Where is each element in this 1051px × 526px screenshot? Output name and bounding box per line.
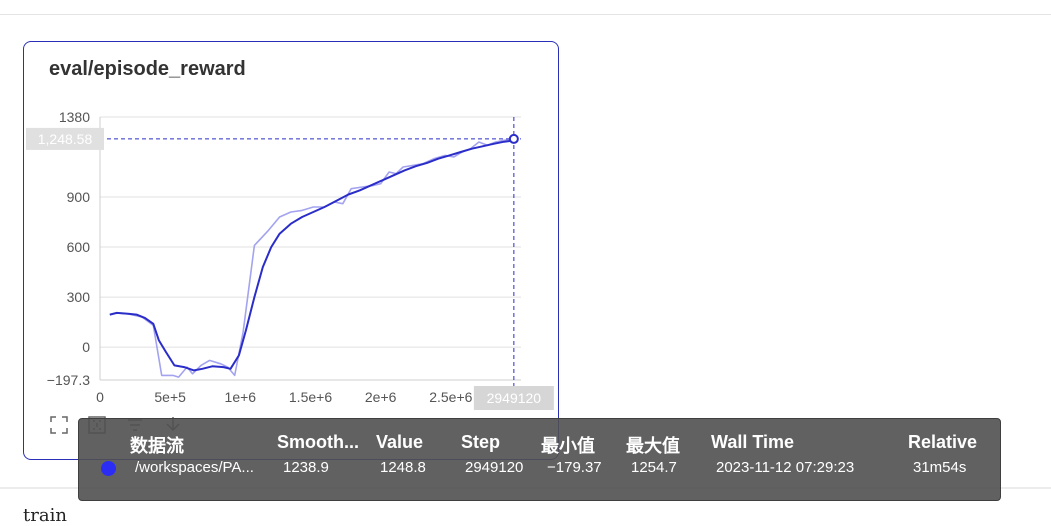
x-tick-label: 1e+6: [225, 389, 257, 405]
cell-smoothed: 1238.9: [283, 459, 329, 476]
x-tick-label: 0: [96, 389, 104, 405]
y-tick-label: 900: [67, 189, 91, 205]
col-header-min: 最小值: [541, 436, 595, 456]
hover-point: [508, 133, 519, 144]
cell-run: /workspaces/PA...: [135, 459, 254, 476]
col-header-run: 数据流: [130, 436, 184, 456]
cell-wall-time: 2023-11-12 07:29:23: [716, 459, 855, 476]
hover-x-label: 2949120: [487, 390, 542, 406]
col-header-relative: Relative: [908, 432, 978, 452]
cell-value: 1248.8: [380, 459, 426, 476]
col-header-max: 最大值: [626, 436, 680, 456]
x-tick-label: 1.5e+6: [289, 389, 332, 405]
section-title-train: train: [23, 505, 67, 526]
x-tick-label: 5e+5: [154, 389, 186, 405]
series-line-raw: [109, 138, 515, 378]
chart-card[interactable]: eval/episode_reward 1380 900 600 300 0 −197.3…: [23, 41, 559, 460]
col-header-step: Step: [461, 432, 501, 452]
fullscreen-icon[interactable]: [49, 415, 69, 435]
hover-tooltip: 数据流 Smooth... Value Step 最小值 最大值 Wall Ti…: [78, 418, 1001, 501]
cell-max: 1254.7: [631, 459, 677, 476]
x-tick-label: 2.5e+6: [429, 389, 472, 405]
y-tick-label: 300: [67, 289, 91, 305]
y-tick-label: −197.3: [47, 372, 90, 388]
col-header-wall-time: Wall Time: [711, 432, 795, 452]
cell-min: −179.37: [547, 459, 602, 476]
x-tick-label: 2e+6: [365, 389, 397, 405]
top-divider: [0, 14, 1051, 15]
series-line-smoothed: [109, 139, 515, 372]
y-tick-label: 1380: [59, 109, 90, 125]
y-tick-label: 0: [82, 339, 90, 355]
col-header-value: Value: [376, 432, 424, 452]
line-chart[interactable]: 1380 900 600 300 0 −197.3 0 5e+5 1e+6 1.5e+6 2e+6 2…: [24, 42, 560, 461]
run-color-dot: [101, 461, 116, 476]
hover-y-label: 1,248.58: [38, 131, 93, 147]
cell-relative: 31m54s: [913, 459, 967, 476]
col-header-smoothed: Smooth...: [277, 432, 359, 452]
y-tick-label: 600: [67, 239, 91, 255]
cell-step: 2949120: [465, 459, 524, 476]
